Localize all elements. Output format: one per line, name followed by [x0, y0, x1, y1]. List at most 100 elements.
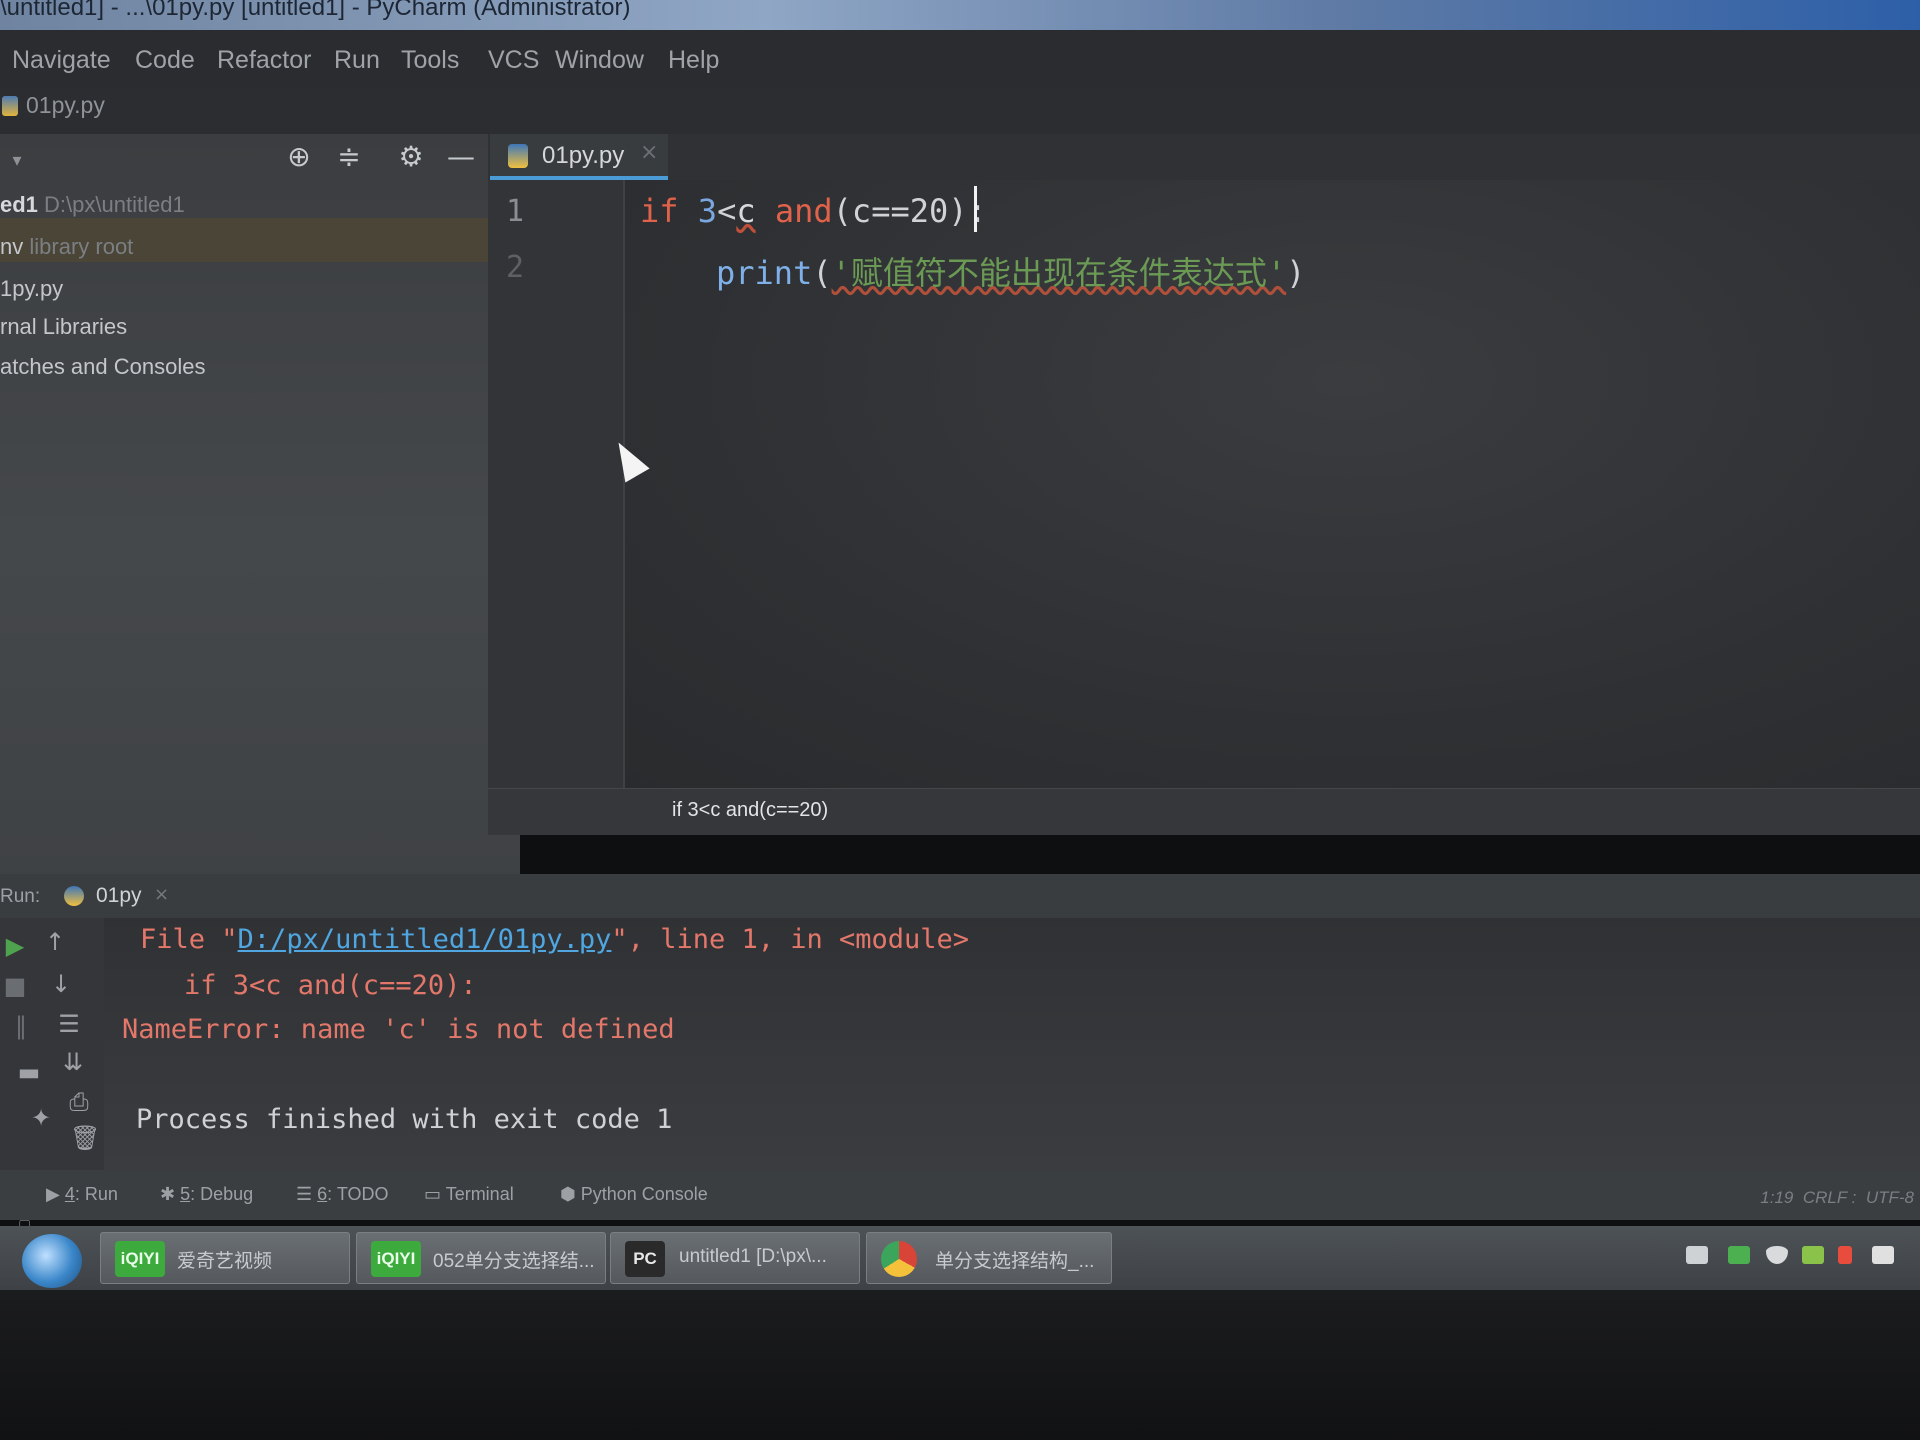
- line-number: 1: [506, 194, 525, 229]
- tree-item-file[interactable]: 1py.py: [0, 276, 63, 302]
- status-bar-right: 1:19 CRLF : UTF-8: [1760, 1188, 1914, 1208]
- clipboard-tray-icon[interactable]: [1872, 1246, 1894, 1264]
- line-separator[interactable]: CRLF :: [1803, 1188, 1857, 1207]
- tree-item-project-root[interactable]: ed1 D:\px\untitled1: [0, 192, 185, 218]
- python-file-icon: [508, 144, 528, 168]
- tool-window-debug[interactable]: ✱ 5: Debug: [160, 1184, 253, 1205]
- chrome-icon: [881, 1241, 917, 1277]
- screen-bezel: [0, 1290, 1920, 1440]
- external-libraries-label: rnal Libraries: [0, 314, 128, 339]
- taskbar-item-label: 单分支选择结构_...: [935, 1251, 1095, 1272]
- battery-tray-icon[interactable]: [1802, 1246, 1824, 1264]
- navigation-bar: 01py.py: [0, 88, 1920, 134]
- stop-icon[interactable]: ■: [0, 972, 30, 1000]
- run-tab-bar: Run: 01py ×: [0, 874, 1920, 918]
- number-literal: 3: [697, 192, 718, 230]
- python-console-label: Python Console: [580, 1184, 708, 1204]
- file-encoding[interactable]: UTF-8: [1866, 1188, 1914, 1207]
- tab-01py[interactable]: 01py.py ×: [490, 134, 668, 180]
- text-caret: [974, 186, 977, 232]
- trash-icon[interactable]: 🗑: [70, 1124, 100, 1152]
- code-line-2[interactable]: print('赋值符不能出现在条件表达式'): [716, 248, 1305, 294]
- menu-run[interactable]: Run: [334, 46, 380, 75]
- gear-icon[interactable]: ⚙: [394, 140, 428, 174]
- tool-window-run[interactable]: ▶ 4: Run: [46, 1184, 118, 1205]
- taskbar-item-chrome[interactable]: 单分支选择结构_...: [866, 1232, 1112, 1284]
- line-number: 2: [506, 250, 525, 285]
- start-button[interactable]: [22, 1234, 82, 1288]
- scroll-to-end-icon[interactable]: ⇊: [58, 1048, 88, 1076]
- pause-icon[interactable]: ‖: [6, 1012, 36, 1040]
- terminal-label: Terminal: [445, 1184, 514, 1204]
- console-line-file: File "D:/px/untitled1/01py.py", line 1, …: [140, 924, 969, 955]
- dropdown-arrow-icon[interactable]: ▾: [0, 144, 34, 178]
- tool-window-todo[interactable]: ☰ 6: TODO: [296, 1184, 389, 1205]
- keyword-if: if: [640, 192, 679, 230]
- todo-label: : TODO: [327, 1184, 389, 1204]
- paren-open: (: [812, 254, 832, 292]
- tree-item-venv[interactable]: nv library root: [0, 234, 133, 260]
- tab-label: 01py.py: [542, 142, 625, 169]
- tool-window-terminal[interactable]: ▭ Terminal: [424, 1184, 514, 1205]
- code-line-1[interactable]: if 3<c and(c==20):: [640, 192, 987, 230]
- venv-hint: library root: [29, 234, 134, 259]
- traceback-file-suffix: ", line 1, in <module>: [611, 924, 970, 955]
- iqiyi-icon: iQIYI: [115, 1241, 165, 1277]
- run-console[interactable]: ▶ ↑ ■ ↓ ‖ ☰ ⇊ ▬ ⎙ ✦ 🗑 File "D:/px/untitl…: [0, 918, 1920, 1170]
- file-label: 1py.py: [0, 276, 64, 301]
- soft-wrap-icon[interactable]: ☰: [54, 1010, 84, 1038]
- menu-code[interactable]: Code: [135, 46, 195, 75]
- pin-icon[interactable]: ✦: [26, 1104, 56, 1132]
- editor-area[interactable]: 01py.py × 1 2 if 3<c and(c==20): print('…: [488, 134, 1920, 835]
- tree-item-external-libraries[interactable]: rnal Libraries: [0, 314, 127, 340]
- down-arrow-icon[interactable]: ↓: [46, 970, 76, 998]
- line-number-gutter: 1 2: [488, 180, 625, 788]
- console-line-finished: Process finished with exit code 1: [136, 1104, 673, 1135]
- menu-navigate[interactable]: Navigate: [12, 46, 111, 75]
- menu-tools[interactable]: Tools: [401, 46, 459, 75]
- string-literal: '赋值符不能出现在条件表达式': [831, 254, 1287, 292]
- minimize-icon[interactable]: —: [444, 140, 478, 174]
- menu-vcs[interactable]: VCS: [488, 46, 539, 75]
- function-print: print: [716, 254, 813, 292]
- tree-item-scratches[interactable]: atches and Consoles: [0, 354, 205, 380]
- debug-label: : Debug: [190, 1184, 254, 1204]
- taskbar-item-pycharm[interactable]: PC untitled1 [D:\px\...: [610, 1232, 860, 1284]
- rerun-icon[interactable]: ▶: [0, 932, 30, 960]
- editor-breadcrumb[interactable]: if 3<c and(c==20): [488, 788, 1920, 835]
- project-root-label: ed1: [0, 192, 38, 217]
- taskbar-item-label: 052单分支选择结...: [433, 1251, 595, 1272]
- shield-tray-icon[interactable]: [1766, 1246, 1788, 1264]
- scratches-label: atches and Consoles: [0, 354, 206, 379]
- iqiyi-icon: iQIYI: [371, 1241, 421, 1277]
- collapse-icon[interactable]: ≑: [332, 140, 366, 174]
- layout-icon[interactable]: ▬: [14, 1058, 44, 1086]
- menu-help[interactable]: Help: [668, 46, 719, 75]
- run-label: : Run: [74, 1184, 118, 1204]
- close-icon[interactable]: ×: [640, 140, 658, 165]
- up-arrow-icon[interactable]: ↑: [40, 928, 70, 956]
- taskbar-item-label: untitled1 [D:\px\...: [679, 1246, 827, 1267]
- nav-file-crumb[interactable]: 01py.py: [26, 92, 105, 119]
- run-tab-01py[interactable]: 01py: [96, 884, 142, 908]
- cursor-position[interactable]: 1:19: [1760, 1188, 1793, 1207]
- menu-window[interactable]: Window: [555, 46, 644, 75]
- print-icon[interactable]: ⎙: [64, 1088, 94, 1116]
- taskbar-item-iqiyi[interactable]: iQIYI 爱奇艺视频: [100, 1232, 350, 1284]
- folder-tray-icon[interactable]: [1686, 1246, 1708, 1264]
- traceback-file-link[interactable]: D:/px/untitled1/01py.py: [238, 924, 612, 955]
- venv-label: nv: [0, 234, 24, 259]
- close-icon[interactable]: ×: [154, 884, 169, 905]
- breadcrumb-text: if 3<c and(c==20): [672, 799, 829, 821]
- condition-rest: (c==20):: [832, 192, 987, 230]
- project-root-path: D:\px\untitled1: [44, 192, 185, 217]
- network-tray-icon[interactable]: [1728, 1246, 1750, 1264]
- volume-tray-icon[interactable]: [1838, 1246, 1852, 1264]
- editor-tab-bar: 01py.py ×: [488, 134, 1920, 180]
- taskbar-item-video[interactable]: iQIYI 052单分支选择结...: [356, 1232, 606, 1284]
- menu-refactor[interactable]: Refactor: [217, 46, 311, 75]
- target-icon[interactable]: ⊕: [282, 140, 316, 174]
- window-title-bar[interactable]: \untitled1] - ...\01py.py [untitled1] - …: [0, 0, 1920, 30]
- console-toolbar: ▶ ↑ ■ ↓ ‖ ☰ ⇊ ▬ ⎙ ✦ 🗑: [0, 918, 104, 1170]
- tool-window-python-console[interactable]: ⬢ Python Console: [560, 1184, 708, 1205]
